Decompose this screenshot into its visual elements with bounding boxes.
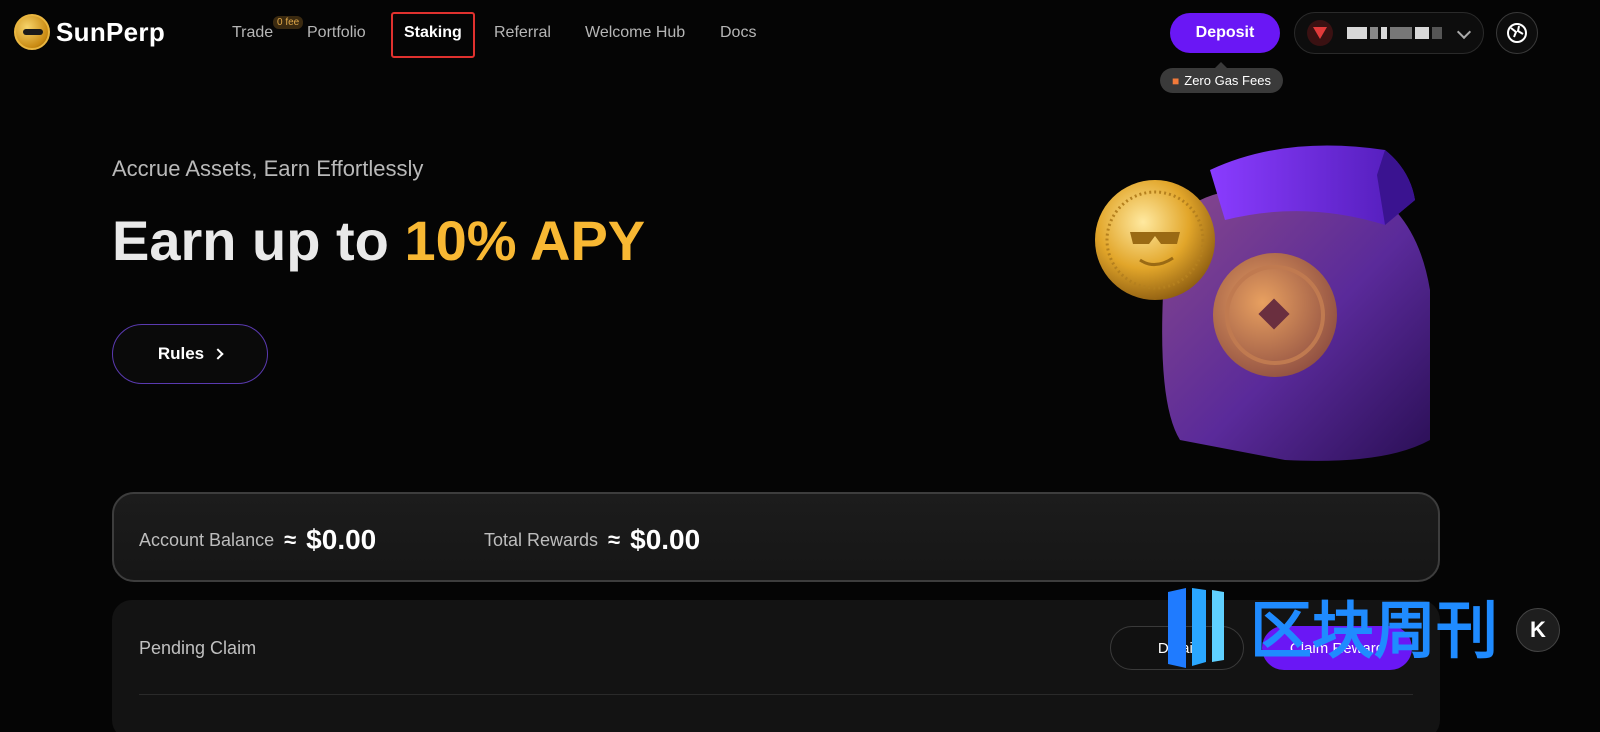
nav-item-trade[interactable]: Trade <box>232 24 273 42</box>
nav-item-docs[interactable]: Docs <box>720 24 756 42</box>
sun-logo-icon <box>14 14 50 50</box>
top-nav: SunPerp Trade 0 fee Portfolio Staking Re… <box>0 0 1600 68</box>
divider <box>139 694 1413 695</box>
hero-subtitle: Accrue Assets, Earn Effortlessly <box>112 156 424 181</box>
total-rewards-value: $0.00 <box>630 524 701 555</box>
rules-label: Rules <box>157 344 205 363</box>
chevron-right-icon <box>212 348 224 360</box>
watermark-badge: K <box>1516 608 1560 652</box>
wallet-selector[interactable] <box>1294 12 1484 54</box>
chevron-down-icon <box>1456 24 1472 40</box>
account-balance-label: Account Balance <box>139 529 275 550</box>
pending-claim-title: Pending Claim <box>139 638 257 658</box>
total-rewards-label: Total Rewards <box>484 529 599 550</box>
staking-wallet-illustration <box>1095 145 1430 461</box>
rules-button[interactable]: Rules <box>112 324 268 384</box>
brand-logo[interactable]: SunPerp <box>14 14 165 50</box>
watermark-logo: 区块周刊 <box>1168 588 1498 668</box>
brand-name: SunPerp <box>56 16 166 47</box>
balance-summary-card: Account Balance ≈ $0.00 Total Rewards ≈ … <box>112 492 1440 582</box>
approx-symbol: ≈ <box>608 527 621 552</box>
tron-icon <box>1307 20 1333 46</box>
approx-symbol: ≈ <box>284 527 297 552</box>
hero-title: Earn up to 10% APY <box>112 208 645 273</box>
hero-title-lead: Earn up to <box>112 209 389 272</box>
globe-icon <box>1507 23 1527 43</box>
hero-title-apy: 10% APY <box>404 209 646 272</box>
nav-item-welcome-hub[interactable]: Welcome Hub <box>585 24 685 42</box>
nav-item-staking[interactable]: Staking <box>404 24 462 42</box>
nav-item-referral[interactable]: Referral <box>494 24 551 42</box>
account-balance-value: $0.00 <box>306 524 377 555</box>
deposit-button[interactable]: Deposit <box>1170 13 1280 53</box>
zero-gas-label: Zero Gas Fees <box>1184 73 1271 88</box>
wallet-address-redacted <box>1347 26 1447 40</box>
watermark-text: 区块周刊 <box>1250 594 1498 667</box>
total-rewards: Total Rewards ≈ $0.00 <box>484 524 700 556</box>
zero-fee-badge: 0 fee <box>273 16 304 29</box>
account-balance: Account Balance ≈ $0.00 <box>139 524 376 556</box>
gift-icon: ■ <box>1172 73 1180 88</box>
zero-gas-tooltip: ■ Zero Gas Fees <box>1160 62 1283 93</box>
nav-item-portfolio[interactable]: Portfolio <box>307 24 366 42</box>
language-button[interactable] <box>1496 12 1538 54</box>
